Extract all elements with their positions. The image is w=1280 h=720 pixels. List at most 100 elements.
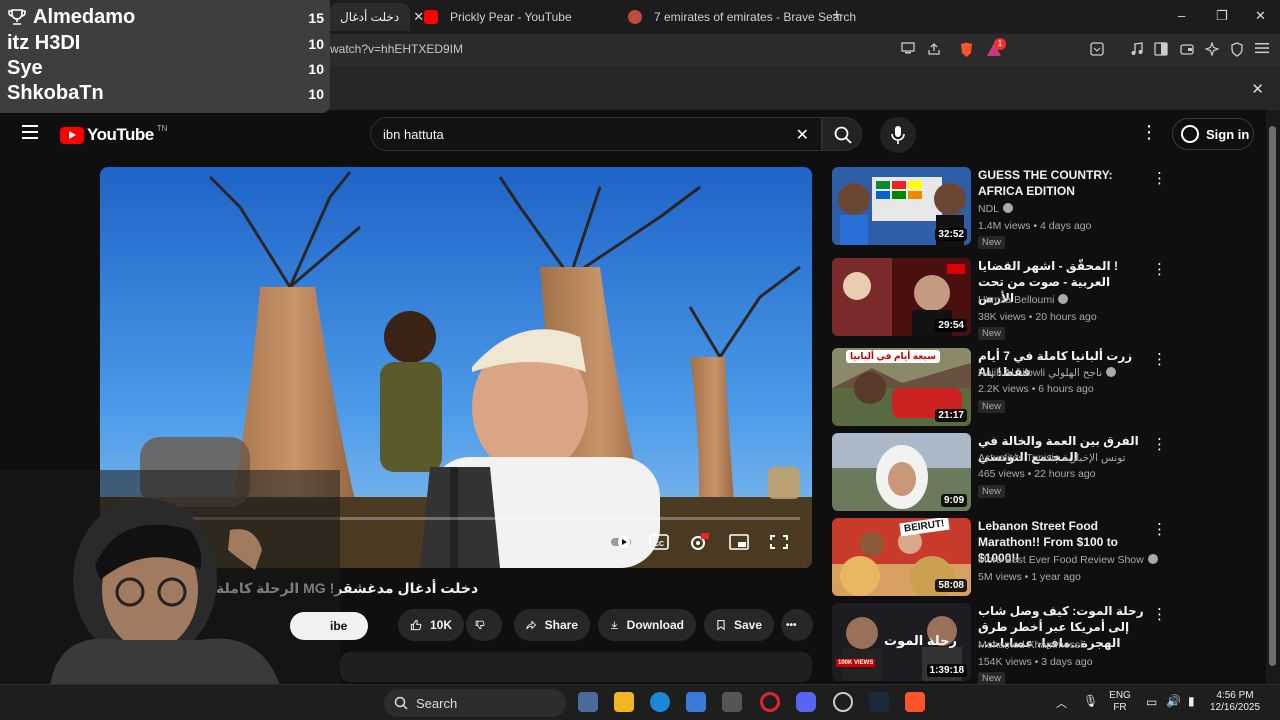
miniplayer-icon[interactable] [728,533,750,551]
video-thumbnail[interactable]: 29:54 [832,258,971,336]
recommendation-item[interactable]: 9:09 الفرق بين العمة والخالة في المجتمع … [832,433,1172,513]
reader-icon[interactable] [1089,42,1105,58]
video-thumbnail[interactable]: BEIRUT! 58:08 [832,518,971,596]
discord-icon[interactable] [796,692,816,712]
player-score: 10 [308,61,324,77]
youtube-logo[interactable]: YouTube TN [60,124,167,145]
search-query: ibn hattuta [383,127,444,142]
url-field[interactable]: watch?v=hhEHTXED9IM [330,42,463,56]
more-actions-icon: ••• [786,619,797,631]
music-icon[interactable] [1129,42,1145,58]
share-button[interactable]: Share [514,609,590,641]
brave-shields-icon[interactable] [958,42,974,58]
captions-icon[interactable]: CC [648,533,670,551]
recommendation-item[interactable]: 32:52 GUESS THE COUNTRY: AFRICA EDITION … [832,167,1172,251]
subscribe-button-partial[interactable]: ibe [290,612,368,640]
close-infobar-icon[interactable]: ✕ [1251,80,1264,98]
fullscreen-icon[interactable] [768,533,790,551]
dislike-button[interactable] [466,609,502,641]
video-meta: 1.4M views • 4 days ago [978,220,1092,232]
player-name: itz H3DI [7,32,81,54]
clear-search-icon[interactable]: ✕ [796,125,809,145]
verified-icon [1058,294,1069,304]
video-options-icon[interactable]: ⋮ [1152,260,1167,278]
video-options-icon[interactable]: ⋮ [1152,605,1167,623]
app-icon[interactable] [833,692,853,712]
brave-icon[interactable] [905,692,925,712]
duration-badge: 58:08 [935,579,967,592]
video-options-icon[interactable]: ⋮ [1152,169,1167,187]
network-icon[interactable]: ▭ [1146,695,1157,709]
taskbar-search-box[interactable]: Search [384,689,566,717]
video-thumbnail[interactable]: 9:09 [832,433,971,511]
video-meta: 465 views • 22 hours ago [978,468,1096,480]
hamburger-menu-icon[interactable] [22,125,38,139]
search-input[interactable]: ibn hattuta ✕ [370,117,822,151]
settings-gear-icon[interactable] [688,533,710,551]
language-indicator[interactable]: ENG FR [1104,690,1136,714]
voice-search-button[interactable] [880,117,916,153]
volume-icon[interactable]: 🔊 [1166,694,1181,708]
clock[interactable]: 4:56 PM 12/16/2025 [1208,690,1262,714]
windows-taskbar: Search ︿ 🎙 ENG FR ▭ 🔊 ▮ 4:56 PM 12/16/20… [0,684,1280,720]
video-thumbnail[interactable]: رحلة الموت 100K VIEWS 1:39:18 [832,603,971,681]
wallet-icon[interactable] [1179,42,1195,58]
sidebar-icon[interactable] [1153,42,1169,58]
video-thumbnail[interactable]: سبعة أيام في ألبانيا 21:17 [832,348,971,426]
scrollbar-thumb[interactable] [1269,126,1276,666]
steam-icon[interactable] [869,692,889,712]
recommendation-item[interactable]: 29:54 ! المحقّق - اشهر القضايا العربية -… [832,258,1172,342]
app-icon[interactable] [722,692,742,712]
download-button[interactable]: Download [598,609,696,641]
new-badge: New [978,400,1006,413]
video-thumbnail[interactable]: 32:52 [832,167,971,245]
share-icon[interactable] [926,42,942,58]
recommendation-item[interactable]: BEIRUT! 58:08 Lebanon Street Food Marath… [832,518,1172,598]
tab-active[interactable]: دخلت أدغال ✕ [330,3,424,31]
like-button[interactable]: 10K [398,609,464,641]
search-button[interactable] [822,117,862,151]
app-menu-icon[interactable] [1254,42,1270,58]
page-scrollbar[interactable] [1266,110,1280,684]
close-window-icon[interactable]: ✕ [1255,8,1266,24]
download-label: Download [626,618,684,632]
tray-overflow-icon[interactable]: ︿ [1056,695,1067,711]
tab-prickly-pear[interactable]: Prickly Pear - YouTube [414,3,614,31]
verified-icon [1106,367,1117,377]
edge-icon[interactable] [650,692,670,712]
vpn-icon[interactable] [1229,42,1245,58]
subscribe-label: ibe [330,619,348,633]
channel-name: Mohamed Khammessi [978,639,1083,651]
minimize-icon[interactable]: – [1178,8,1185,23]
cast-icon[interactable] [900,42,916,58]
thumbs-down-icon [475,620,485,630]
tab-brave-search[interactable]: 7 emirates of emirates - Brave Search [618,3,856,31]
autoplay-toggle-icon[interactable] [610,533,632,551]
duration-badge: 9:09 [940,494,967,507]
new-tab-icon[interactable]: + [832,7,841,25]
store-icon[interactable] [686,692,706,712]
new-badge: New [978,327,1006,340]
microphone-icon[interactable]: 🎙 [1083,694,1098,708]
more-actions-button[interactable]: ••• [781,609,813,641]
settings-more-icon[interactable]: ⋮ [1140,122,1158,143]
task-view-icon[interactable] [578,692,598,712]
recommendation-item[interactable]: رحلة الموت 100K VIEWS 1:39:18 رحلة الموت… [832,603,1172,685]
file-explorer-icon[interactable] [614,692,634,712]
leo-ai-icon[interactable] [1204,41,1220,58]
opera-icon[interactable] [760,692,780,712]
sign-in-button[interactable]: Sign in [1172,118,1254,150]
save-label: Save [733,618,762,632]
save-button[interactable]: Save [704,609,774,641]
video-options-icon[interactable]: ⋮ [1152,435,1167,453]
youtube-play-icon [60,126,84,144]
video-options-icon[interactable]: ⋮ [1152,350,1167,368]
description-box[interactable] [340,652,812,682]
maximize-icon[interactable]: ❐ [1216,8,1228,24]
video-options-icon[interactable]: ⋮ [1152,520,1167,538]
download-icon [610,621,618,629]
recommendation-item[interactable]: سبعة أيام في ألبانيا 21:17 زرت ألبانيا ك… [832,348,1172,428]
battery-icon[interactable]: ▮ [1188,694,1195,708]
youtube-header: YouTube TN ibn hattuta ✕ ⋮ Sign in [0,110,1266,160]
leaderboard-row: ShkobaTn 10 [6,82,324,107]
